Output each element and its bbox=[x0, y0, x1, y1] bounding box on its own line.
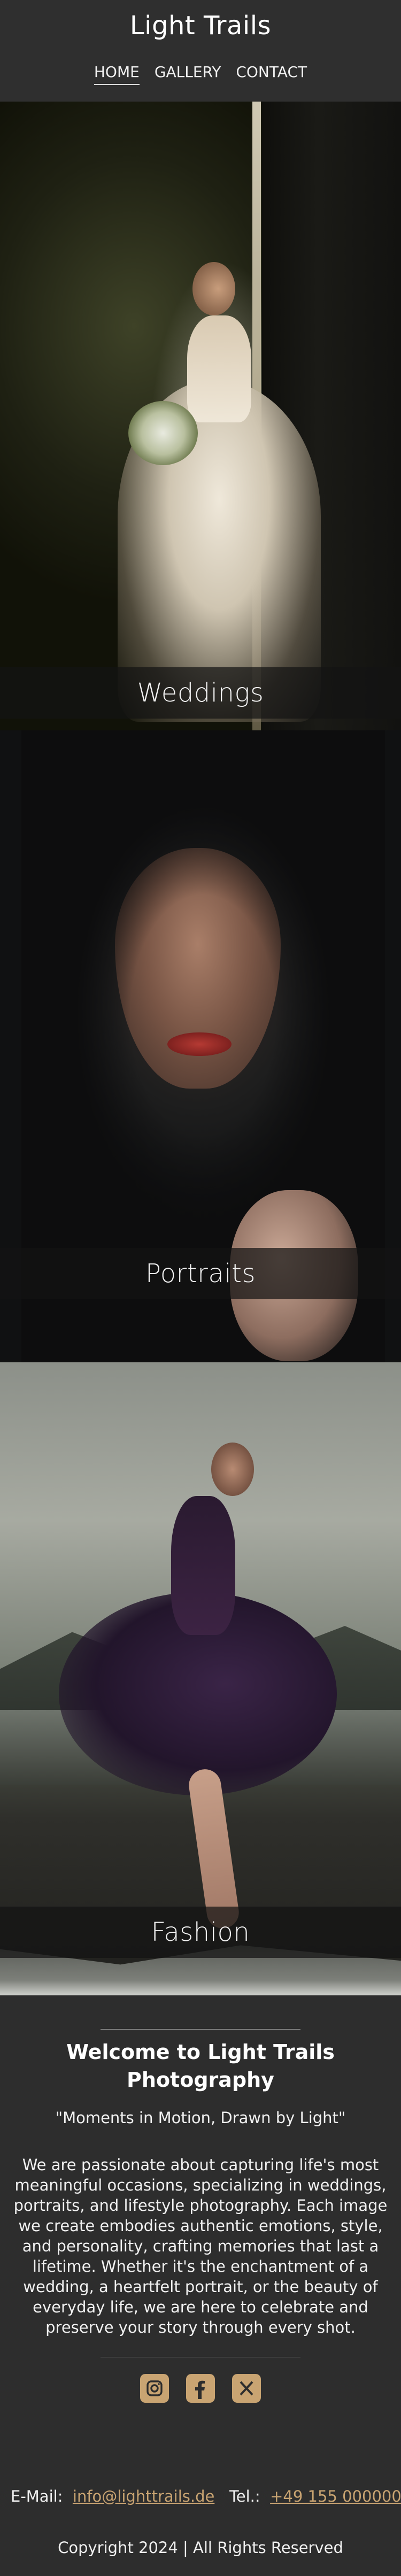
facebook-glyph bbox=[195, 2380, 205, 2399]
gallery-panel-portraits[interactable]: Portraits bbox=[0, 730, 401, 1362]
panel-caption-weddings: Weddings bbox=[137, 678, 264, 708]
caption-bar: Weddings bbox=[0, 667, 401, 719]
panel-caption-portraits: Portraits bbox=[145, 1259, 256, 1289]
photo-model-head bbox=[211, 1443, 254, 1496]
phone-link[interactable]: +49 155 000000 bbox=[270, 2487, 401, 2505]
panel-caption-fashion: Fashion bbox=[151, 1917, 250, 1947]
caption-bar: Portraits bbox=[0, 1248, 401, 1299]
contact-line: E-Mail: info@lighttrails.de Tel.: +49 15… bbox=[11, 2487, 401, 2505]
welcome-title: Welcome to Light Trails Photography bbox=[66, 2040, 335, 2092]
x-glyph bbox=[240, 2381, 253, 2396]
email-link[interactable]: info@lighttrails.de bbox=[73, 2487, 214, 2505]
photo-lips bbox=[167, 1032, 232, 1056]
site-header: Light Trails HOME GALLERY CONTACT bbox=[0, 0, 401, 102]
photo-bride-body bbox=[187, 315, 251, 422]
facebook-icon[interactable] bbox=[186, 2374, 215, 2403]
phone-label: Tel.: bbox=[229, 2487, 260, 2505]
gallery-panel-weddings[interactable]: Weddings bbox=[0, 102, 401, 730]
x-icon[interactable] bbox=[232, 2374, 261, 2403]
photo-model-torso bbox=[171, 1496, 235, 1635]
social-links bbox=[0, 2374, 401, 2403]
main-nav: HOME GALLERY CONTACT bbox=[0, 63, 401, 85]
tagline: "Moments in Motion, Drawn by Light" bbox=[55, 2109, 346, 2127]
nav-home[interactable]: HOME bbox=[94, 63, 140, 85]
caption-bar: Fashion bbox=[0, 1907, 401, 1958]
copyright: Copyright 2024 | All Rights Reserved bbox=[58, 2539, 343, 2557]
photo-bride-head bbox=[192, 262, 235, 315]
about-text: We are passionate about capturing life's… bbox=[13, 2156, 388, 2336]
photo-bouquet bbox=[128, 401, 198, 465]
nav-contact[interactable]: CONTACT bbox=[236, 63, 307, 85]
email-label: E-Mail: bbox=[11, 2487, 63, 2505]
instagram-glyph bbox=[146, 2380, 163, 2396]
nav-gallery[interactable]: GALLERY bbox=[155, 63, 221, 85]
site-title[interactable]: Light Trails bbox=[0, 11, 401, 41]
instagram-icon[interactable] bbox=[140, 2374, 169, 2403]
divider bbox=[101, 2029, 300, 2030]
gallery-panel-fashion[interactable]: Fashion bbox=[0, 1362, 401, 1995]
